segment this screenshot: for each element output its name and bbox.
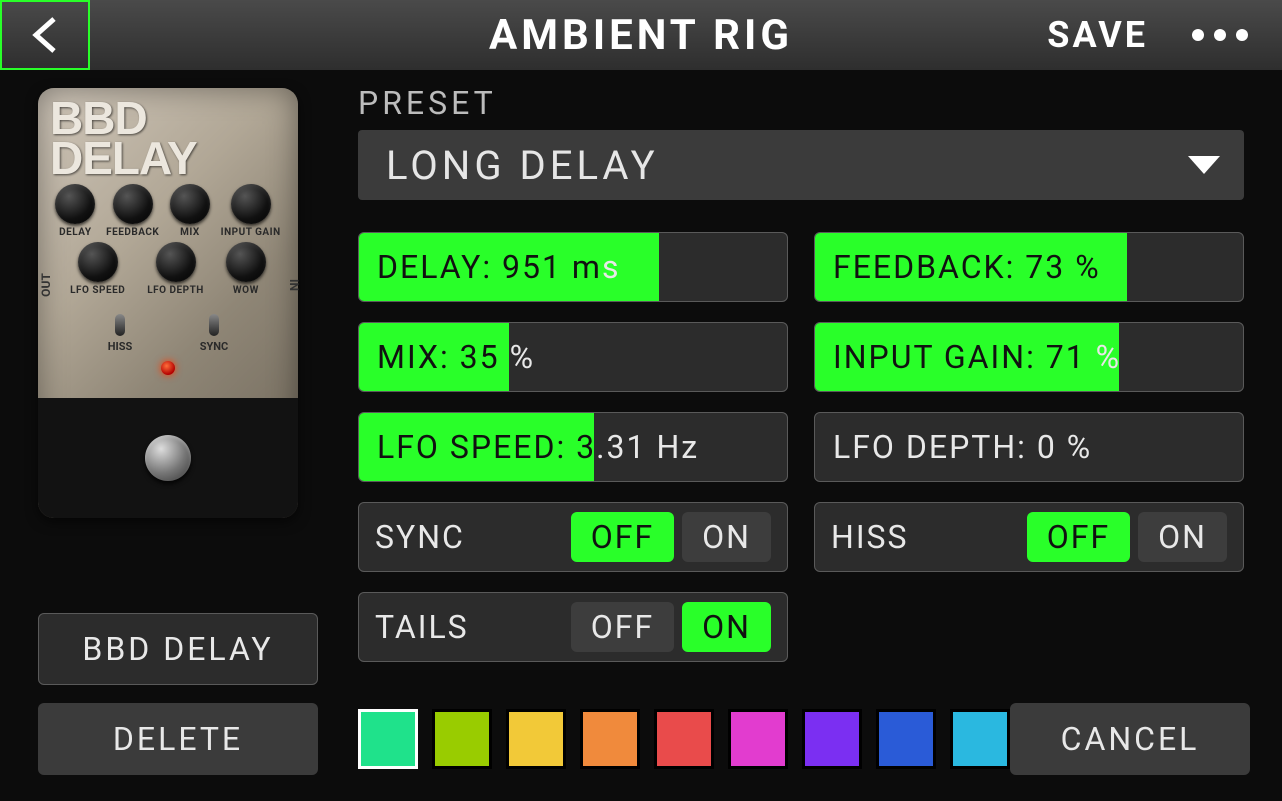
color-swatches	[358, 709, 1010, 769]
switch-label: SYNC	[375, 518, 563, 556]
dots-icon	[1192, 29, 1204, 41]
param-mix[interactable]: MIX: 35 %	[358, 322, 788, 392]
color-swatch-7[interactable]	[876, 709, 936, 769]
param-text: INPUT GAIN: 71 %	[833, 338, 1121, 376]
pedal-graphic: BBD DELAY DELAY FEEDBACK MIX INPUT GAIN …	[38, 88, 298, 518]
switch-hiss: HISSOFFON	[814, 502, 1244, 572]
color-swatch-2[interactable]	[506, 709, 566, 769]
preset-label: PRESET	[358, 84, 1244, 122]
pedal-out-label: OUT	[39, 273, 53, 297]
pedal-brand-line2: DELAY	[50, 138, 286, 178]
color-swatch-4[interactable]	[654, 709, 714, 769]
param-lfo-speed[interactable]: LFO SPEED: 3.31 Hz	[358, 412, 788, 482]
param-feedback[interactable]: FEEDBACK: 73 %	[814, 232, 1244, 302]
preset-select[interactable]: LONG DELAY	[358, 130, 1244, 200]
color-swatch-5[interactable]	[728, 709, 788, 769]
switch-hiss-on[interactable]: ON	[1138, 512, 1227, 562]
knob-wow	[226, 242, 266, 282]
preset-value: LONG DELAY	[386, 142, 659, 189]
pedal-switch-hiss	[115, 314, 125, 336]
switch-sync-on[interactable]: ON	[682, 512, 771, 562]
pedal-switch-sync	[209, 314, 219, 336]
knob-lfo-depth	[156, 242, 196, 282]
delete-button[interactable]: DELETE	[38, 703, 318, 775]
param-text: LFO SPEED: 3.31 Hz	[377, 428, 699, 466]
header: AMBIENT RIG SAVE	[0, 0, 1282, 70]
pedal-in-label: IN	[287, 279, 301, 291]
param-text: LFO DEPTH: 0 %	[833, 428, 1092, 466]
param-lfo-depth[interactable]: LFO DEPTH: 0 %	[814, 412, 1244, 482]
knob-delay	[55, 184, 95, 224]
color-swatch-6[interactable]	[802, 709, 862, 769]
param-input-gain[interactable]: INPUT GAIN: 71 %	[814, 322, 1244, 392]
switch-hiss-off[interactable]: OFF	[1027, 512, 1130, 562]
param-text: FEEDBACK: 73 %	[833, 248, 1101, 286]
more-button[interactable]	[1178, 29, 1282, 41]
knob-lfo-speed	[78, 242, 118, 282]
pedal-footswitch	[145, 435, 191, 481]
color-swatch-1[interactable]	[432, 709, 492, 769]
color-swatch-8[interactable]	[950, 709, 1010, 769]
switch-label: HISS	[831, 518, 1019, 556]
color-swatch-0[interactable]	[358, 709, 418, 769]
param-text: DELAY: 951 ms	[377, 248, 621, 286]
chevron-down-icon	[1188, 156, 1220, 174]
knob-mix	[170, 184, 210, 224]
effect-name-button[interactable]: BBD DELAY	[38, 613, 318, 685]
pedal-led	[161, 361, 175, 375]
back-icon	[28, 15, 62, 55]
color-swatch-3[interactable]	[580, 709, 640, 769]
param-text: MIX: 35 %	[377, 338, 535, 376]
knob-feedback	[113, 184, 153, 224]
cancel-button[interactable]: CANCEL	[1010, 703, 1250, 775]
back-button[interactable]	[0, 0, 90, 70]
param-delay[interactable]: DELAY: 951 ms	[358, 232, 788, 302]
switch-sync: SYNCOFFON	[358, 502, 788, 572]
switch-sync-off[interactable]: OFF	[571, 512, 674, 562]
save-button[interactable]: SAVE	[1017, 14, 1178, 56]
knob-input-gain	[231, 184, 271, 224]
